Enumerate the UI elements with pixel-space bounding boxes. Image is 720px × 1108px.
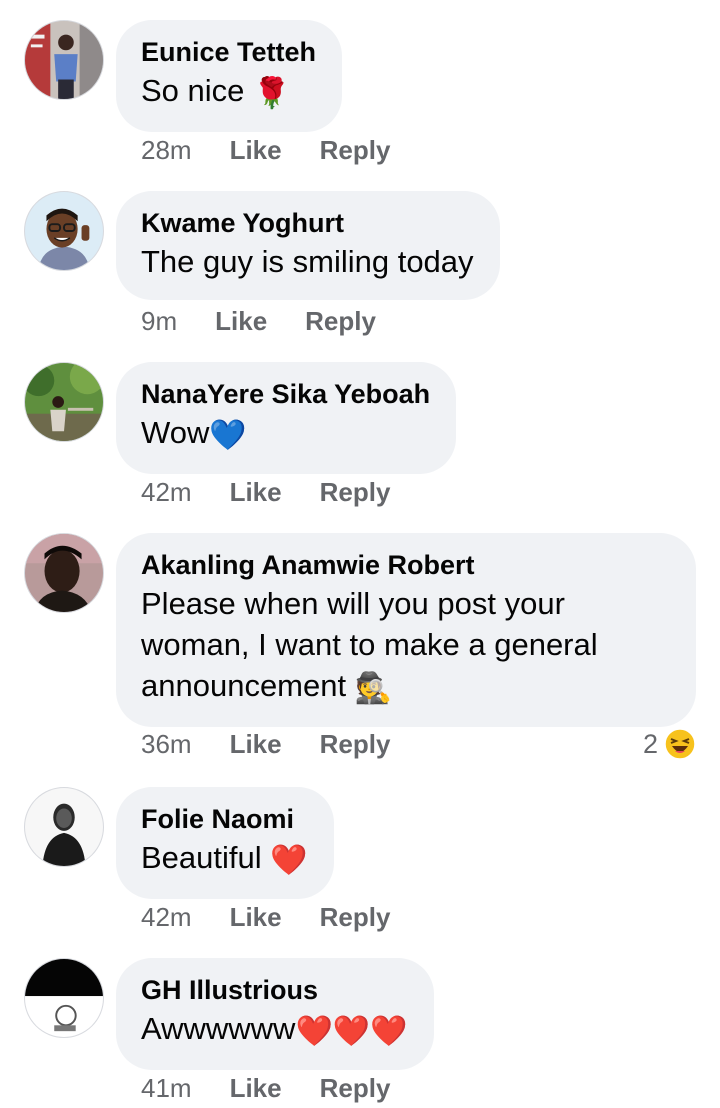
like-button[interactable]: Like — [215, 306, 267, 336]
comment-line: So nice — [141, 73, 245, 108]
profile-photo-icon — [25, 959, 103, 1037]
commenter-name[interactable]: GH Illustrious — [141, 972, 408, 1008]
comment-line: Beautiful — [141, 840, 262, 875]
comment-text: The guy is smiling today — [141, 244, 474, 279]
profile-photo-icon — [25, 363, 103, 441]
commenter-name[interactable]: Kwame Yoghurt — [141, 205, 474, 241]
comment-actions: 42m Like Reply — [141, 475, 428, 509]
timestamp[interactable]: 36m — [141, 729, 192, 759]
reaction-summary[interactable]: 2 — [643, 727, 696, 761]
laughing-emoji-icon — [664, 728, 696, 760]
red-hearts-emoji: ❤️❤️❤️ — [295, 1015, 408, 1048]
like-button[interactable]: Like — [230, 902, 282, 932]
timestamp[interactable]: 42m — [141, 902, 192, 932]
like-button[interactable]: Like — [230, 729, 282, 759]
comment-text: Please when will you post your — [141, 586, 565, 621]
red-heart-emoji: ❤️ — [270, 844, 308, 877]
blue-heart-emoji: 💙 — [209, 419, 247, 452]
reaction-count: 2 — [642, 728, 658, 759]
comment-bubble: Folie Naomi Beautiful ❤️ — [116, 787, 334, 899]
comment-line: announcement — [141, 668, 347, 703]
commenter-name[interactable]: NanaYere Sika Yeboah — [141, 376, 430, 412]
reply-button[interactable]: Reply — [320, 135, 391, 165]
timestamp[interactable]: 28m — [141, 135, 192, 165]
timestamp[interactable]: 41m — [141, 1073, 192, 1103]
timestamp[interactable]: 9m — [141, 306, 177, 336]
comment-bubble: NanaYere Sika Yeboah Wow💙 — [116, 362, 457, 474]
comment-bubble: Akanling Anamwie Robert Please when will… — [116, 533, 696, 727]
profile-photo-icon — [25, 21, 103, 99]
comment-actions: 36m Like Reply — [141, 727, 428, 761]
comment-text: So nice 🌹 — [141, 70, 316, 114]
comment-bubble: Kwame Yoghurt The guy is smiling today — [116, 191, 500, 300]
timestamp[interactable]: 42m — [141, 477, 192, 507]
profile-photo-icon — [25, 788, 103, 866]
avatar[interactable] — [24, 958, 104, 1038]
rose-emoji: 🌹 — [253, 77, 291, 110]
comment-bubble: GH Illustrious Awwwwww❤️❤️❤️ — [116, 958, 434, 1070]
reply-button[interactable]: Reply — [320, 902, 391, 932]
commenter-name[interactable]: Eunice Tetteh — [141, 34, 316, 70]
profile-photo-icon — [25, 534, 103, 612]
comment-line: Wow — [141, 415, 210, 450]
comment-actions: 28m Like Reply — [141, 133, 428, 167]
like-button[interactable]: Like — [230, 1073, 282, 1103]
commenter-name[interactable]: Folie Naomi — [141, 801, 308, 837]
comment-text: woman, I want to make a general — [141, 627, 598, 662]
avatar[interactable] — [24, 787, 104, 867]
memoji-avatar-icon — [25, 192, 103, 270]
comment-text: Beautiful ❤️ — [141, 837, 308, 881]
reply-button[interactable]: Reply — [305, 306, 376, 336]
like-button[interactable]: Like — [230, 135, 282, 165]
comment-text: Wow💙 — [141, 412, 430, 456]
avatar[interactable] — [24, 20, 104, 100]
comment-bubble: Eunice Tetteh So nice 🌹 — [116, 20, 343, 132]
reply-button[interactable]: Reply — [320, 729, 391, 759]
comment-actions: 42m Like Reply — [141, 900, 428, 934]
avatar[interactable] — [24, 191, 104, 271]
commenter-name[interactable]: Akanling Anamwie Robert — [141, 547, 670, 583]
comment-actions: 41m Like Reply — [141, 1071, 428, 1105]
comment-actions: 9m Like Reply — [141, 304, 414, 338]
comment-line: Awwwwww — [141, 1011, 296, 1046]
reply-button[interactable]: Reply — [320, 477, 391, 507]
avatar[interactable] — [24, 362, 104, 442]
comment-text: Awwwwww❤️❤️❤️ — [141, 1008, 408, 1052]
detective-emoji: 🕵️ — [354, 672, 393, 705]
avatar[interactable] — [24, 533, 104, 613]
comment-text: announcement 🕵️ — [141, 665, 670, 709]
reply-button[interactable]: Reply — [320, 1073, 391, 1103]
like-button[interactable]: Like — [230, 477, 282, 507]
